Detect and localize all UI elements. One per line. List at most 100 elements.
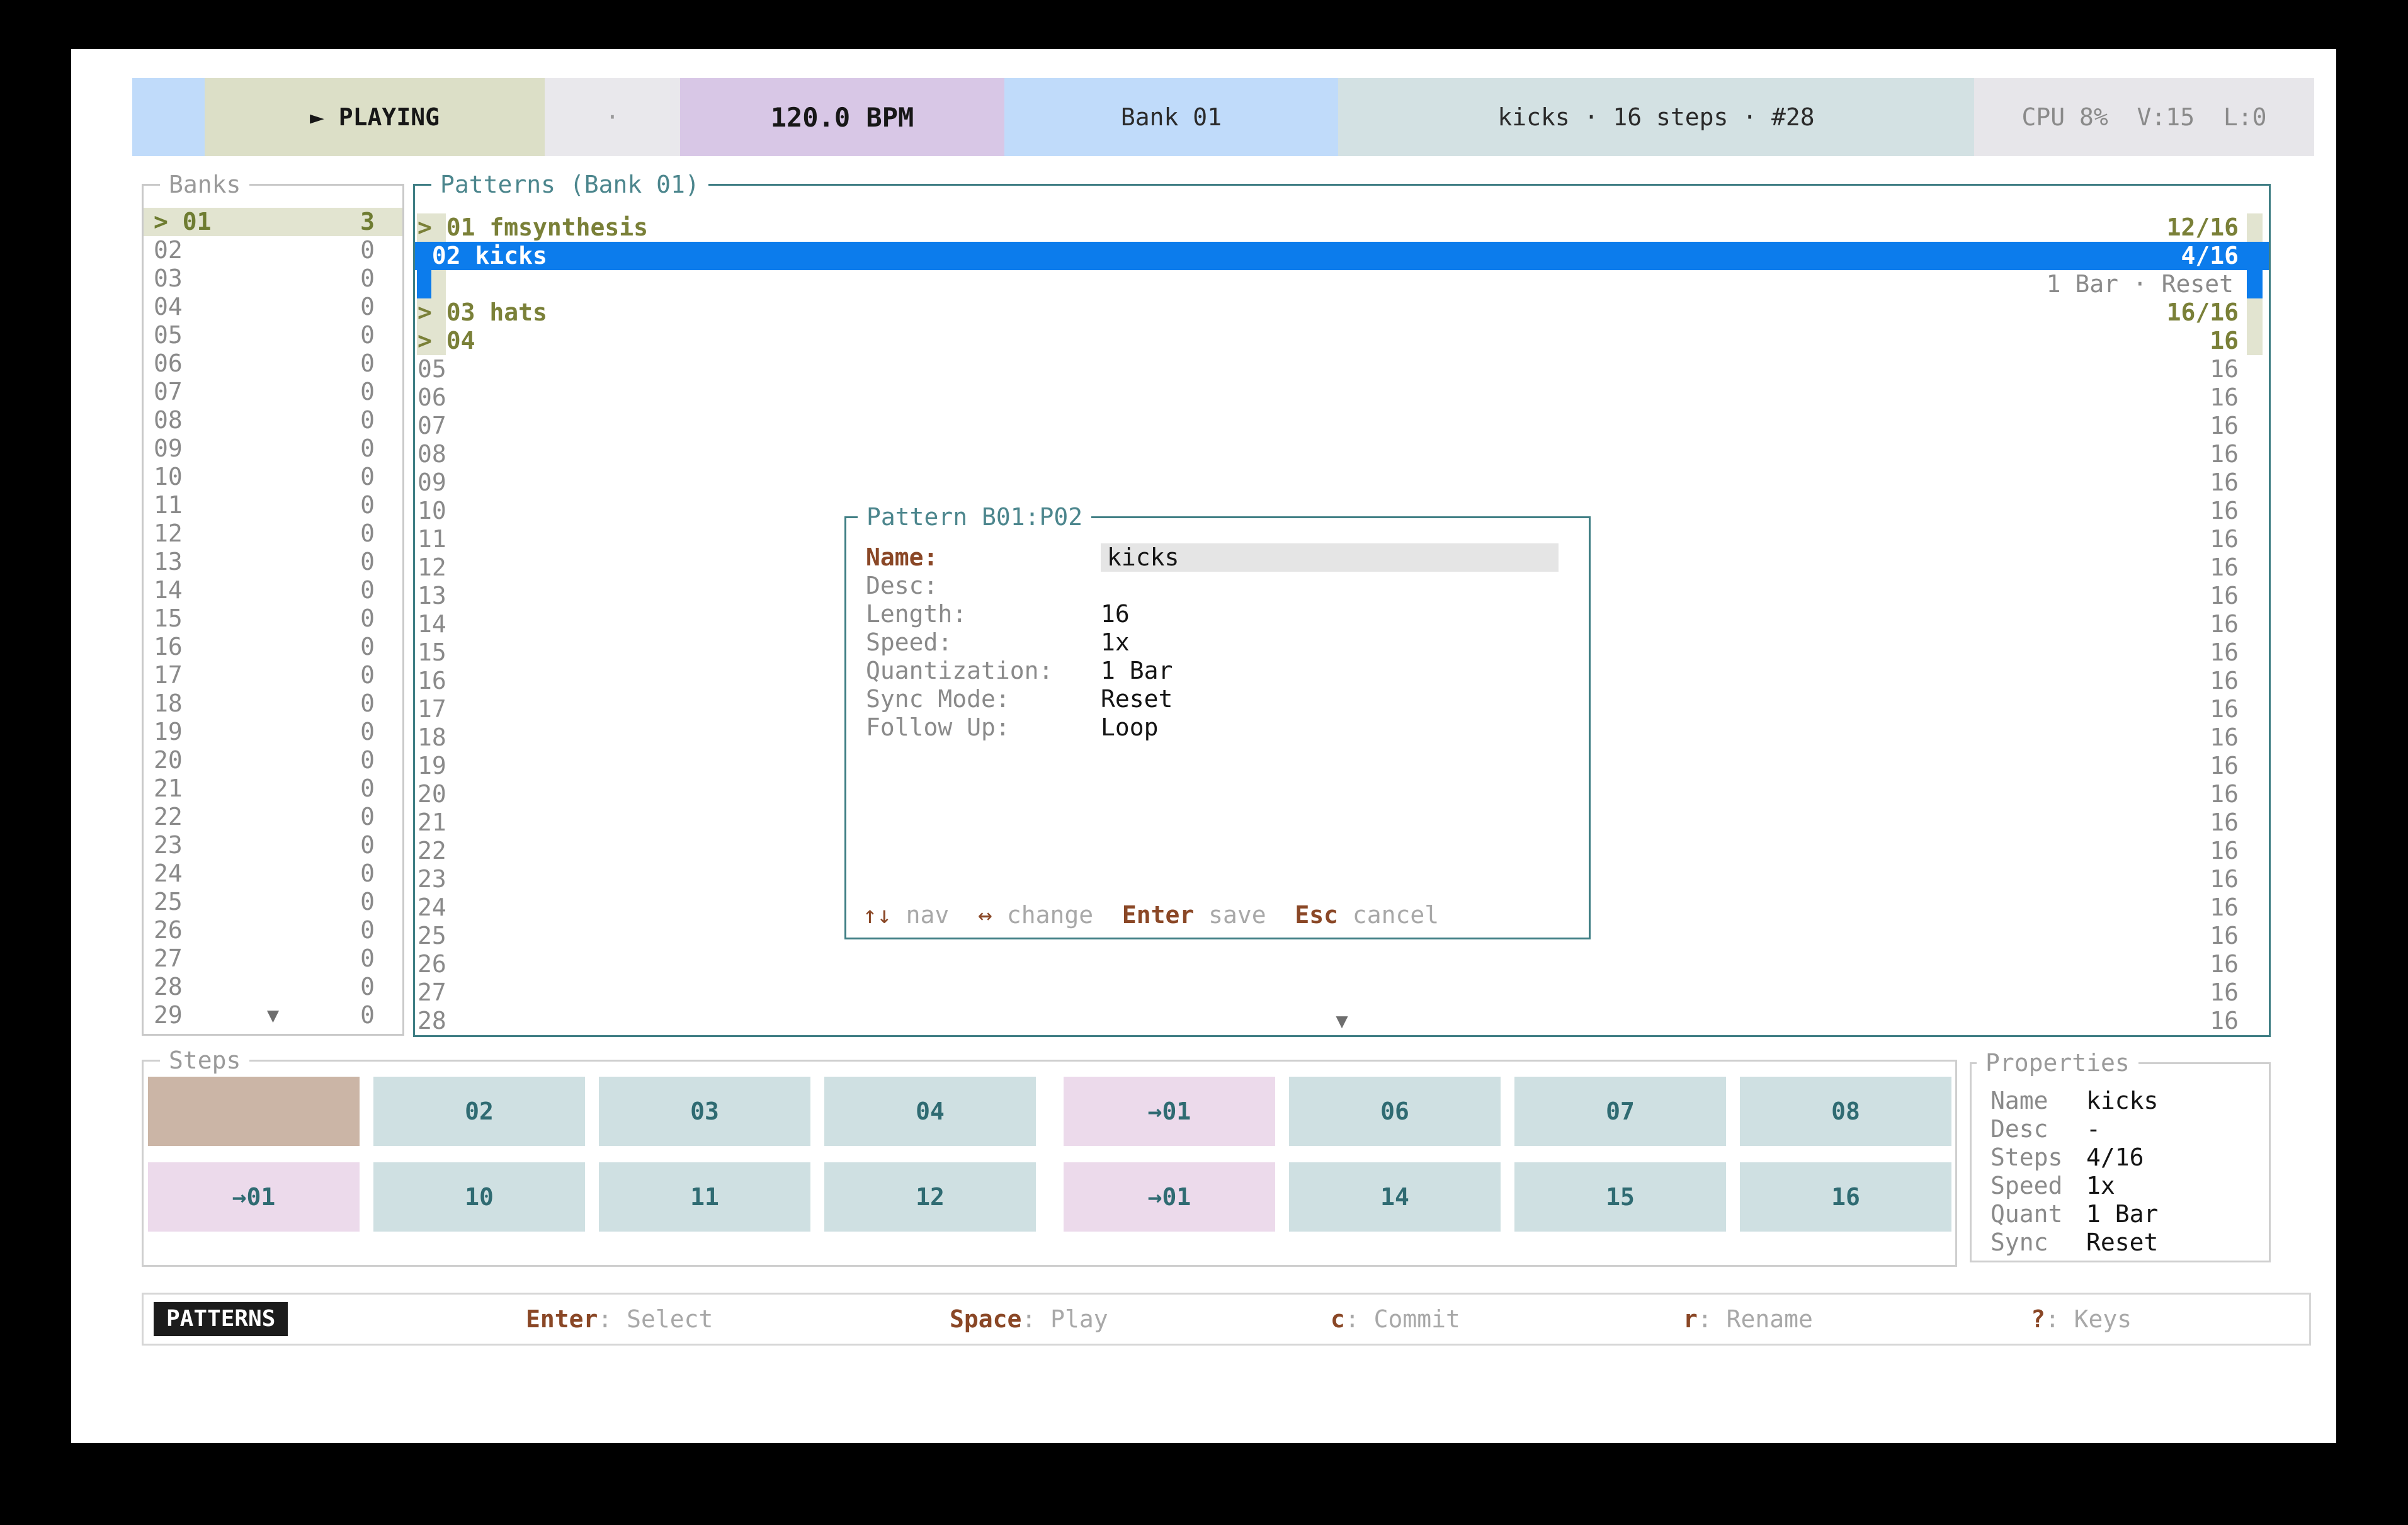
editor-field-label: Name: [866,543,1101,572]
pattern-step-count: 16/16 [2167,298,2239,327]
bank-number: 19 [154,718,183,746]
pattern-name: 11 [417,525,446,553]
pattern-row[interactable]: > 03 hats16/16 [415,298,2269,327]
step-cell-12[interactable]: 12 [824,1162,1036,1232]
bank-row[interactable]: 140 [144,576,402,604]
bank-row[interactable]: 110 [144,491,402,519]
statusbar-hint: c: Commit [1331,1295,1460,1344]
bank-number: 12 [154,519,183,548]
bank-row[interactable]: 060 [144,349,402,378]
step-cell-11[interactable]: 11 [599,1162,810,1232]
step-cell-8[interactable]: 08 [1740,1077,1951,1146]
bank-row[interactable]: 270 [144,944,402,973]
step-cell-14[interactable]: 14 [1289,1162,1501,1232]
pattern-step-count: 16 [2210,1007,2239,1035]
pattern-row[interactable]: 02 kicks4/16 [415,242,2269,270]
pattern-step-count: 16 [2210,553,2239,582]
editor-field-value: 1 Bar [1101,657,1173,685]
bank-row[interactable]: 130 [144,548,402,576]
bpm-display: 120.0 BPM [680,78,1004,156]
bank-row[interactable]: 100 [144,463,402,491]
bank-row[interactable]: 260 [144,916,402,944]
bank-number: 06 [154,349,183,378]
bank-number: 22 [154,803,183,831]
step-cell-3[interactable]: 03 [599,1077,810,1146]
bank-row[interactable]: 240 [144,859,402,888]
step-cell-7[interactable]: 07 [1514,1077,1726,1146]
step-cell-6[interactable]: 06 [1289,1077,1501,1146]
pattern-row[interactable]: > 01 fmsynthesis12/16 [415,213,2269,242]
bank-row[interactable]: 150 [144,604,402,633]
bank-number: 25 [154,888,183,916]
hint-key: ↔ [978,901,992,929]
step-cell-4[interactable]: 04 [824,1077,1036,1146]
pattern-step-count: 16 [2210,893,2239,922]
bank-row[interactable]: 160 [144,633,402,661]
pattern-name: 10 [417,497,446,525]
bank-row[interactable]: 230 [144,831,402,859]
bank-row[interactable]: 180 [144,689,402,718]
bank-number: 03 [154,264,183,293]
bank-row[interactable]: 090 [144,434,402,463]
pattern-row[interactable]: 2716 [415,978,2269,1007]
pattern-name: > 01 fmsynthesis [417,213,648,242]
bank-pattern-count: 0 [360,774,375,803]
statusbar-hint: ?: Keys [2031,1295,2132,1344]
step-cell-1[interactable] [148,1077,360,1146]
pattern-row[interactable]: 2616 [415,950,2269,978]
pattern-row[interactable]: 0916 [415,468,2269,497]
property-row: Speed1x [1972,1172,2269,1200]
bank-row[interactable]: 220 [144,803,402,831]
editor-field-row[interactable]: Speed:1x [866,628,1577,657]
bank-row[interactable]: > 013 [144,208,402,236]
pattern-row[interactable]: 28 16 [415,1007,2269,1035]
pattern-step-count: 16 [2210,723,2239,752]
editor-field-row[interactable]: Desc: [866,572,1577,600]
bank-row[interactable]: 030 [144,264,402,293]
bank-row[interactable]: 210 [144,774,402,803]
step-cell-2[interactable]: 02 [373,1077,585,1146]
bank-row[interactable]: 040 [144,293,402,321]
editor-field-label: Desc: [866,572,1101,600]
pattern-name: 05 [417,355,446,383]
editor-field-row[interactable]: Follow Up:Loop [866,713,1577,742]
bank-pattern-count: 0 [360,916,375,944]
editor-field-row[interactable]: Sync Mode:Reset [866,685,1577,713]
statusbar-hint-key: ? [2031,1305,2045,1333]
bank-row[interactable]: 280 [144,973,402,1001]
step-cell-5[interactable]: →01 [1064,1077,1275,1146]
bank-row[interactable]: 170 [144,661,402,689]
pattern-name: 28 [417,1007,446,1035]
pattern-name: 21 [417,808,446,837]
step-cell-15[interactable]: 15 [1514,1162,1726,1232]
editor-field-row[interactable]: Quantization:1 Bar [866,657,1577,685]
step-cell-16[interactable]: 16 [1740,1162,1951,1232]
pattern-name: 25 [417,922,446,950]
step-cell-9[interactable]: →01 [148,1162,360,1232]
bank-row[interactable]: 020 [144,236,402,264]
bank-row[interactable]: 080 [144,406,402,434]
pattern-row[interactable]: > 0416 [415,327,2269,355]
bank-row[interactable]: 070 [144,378,402,406]
bank-number: 11 [154,491,183,519]
bank-row[interactable]: 250 [144,888,402,916]
pattern-row[interactable]: 0616 [415,383,2269,412]
editor-field-row[interactable]: Name:kicks [866,543,1577,572]
bank-row[interactable]: 200 [144,746,402,774]
step-cell-10[interactable]: 10 [373,1162,585,1232]
pattern-row[interactable]: 0816 [415,440,2269,468]
bank-row[interactable]: 120 [144,519,402,548]
editor-field-row[interactable]: Length:16 [866,600,1577,628]
bank-number: 28 [154,973,183,1001]
pattern-row[interactable]: 0516 [415,355,2269,383]
pattern-editor-hints: ↑↓ nav ↔ change Enter save Esc cancel [863,901,1439,929]
editor-name-input[interactable]: kicks [1101,543,1559,572]
step-cell-13[interactable]: →01 [1064,1162,1275,1232]
bank-number: 20 [154,746,183,774]
statusbar-hint: Space: Play [950,1295,1108,1344]
bank-number: 24 [154,859,183,888]
pattern-row[interactable]: 0716 [415,412,2269,440]
bank-row[interactable]: 050 [144,321,402,349]
bank-row[interactable]: 190 [144,718,402,746]
pattern-editor-fields: Name:kicksDesc:Length:16Speed:1xQuantiza… [866,543,1577,742]
